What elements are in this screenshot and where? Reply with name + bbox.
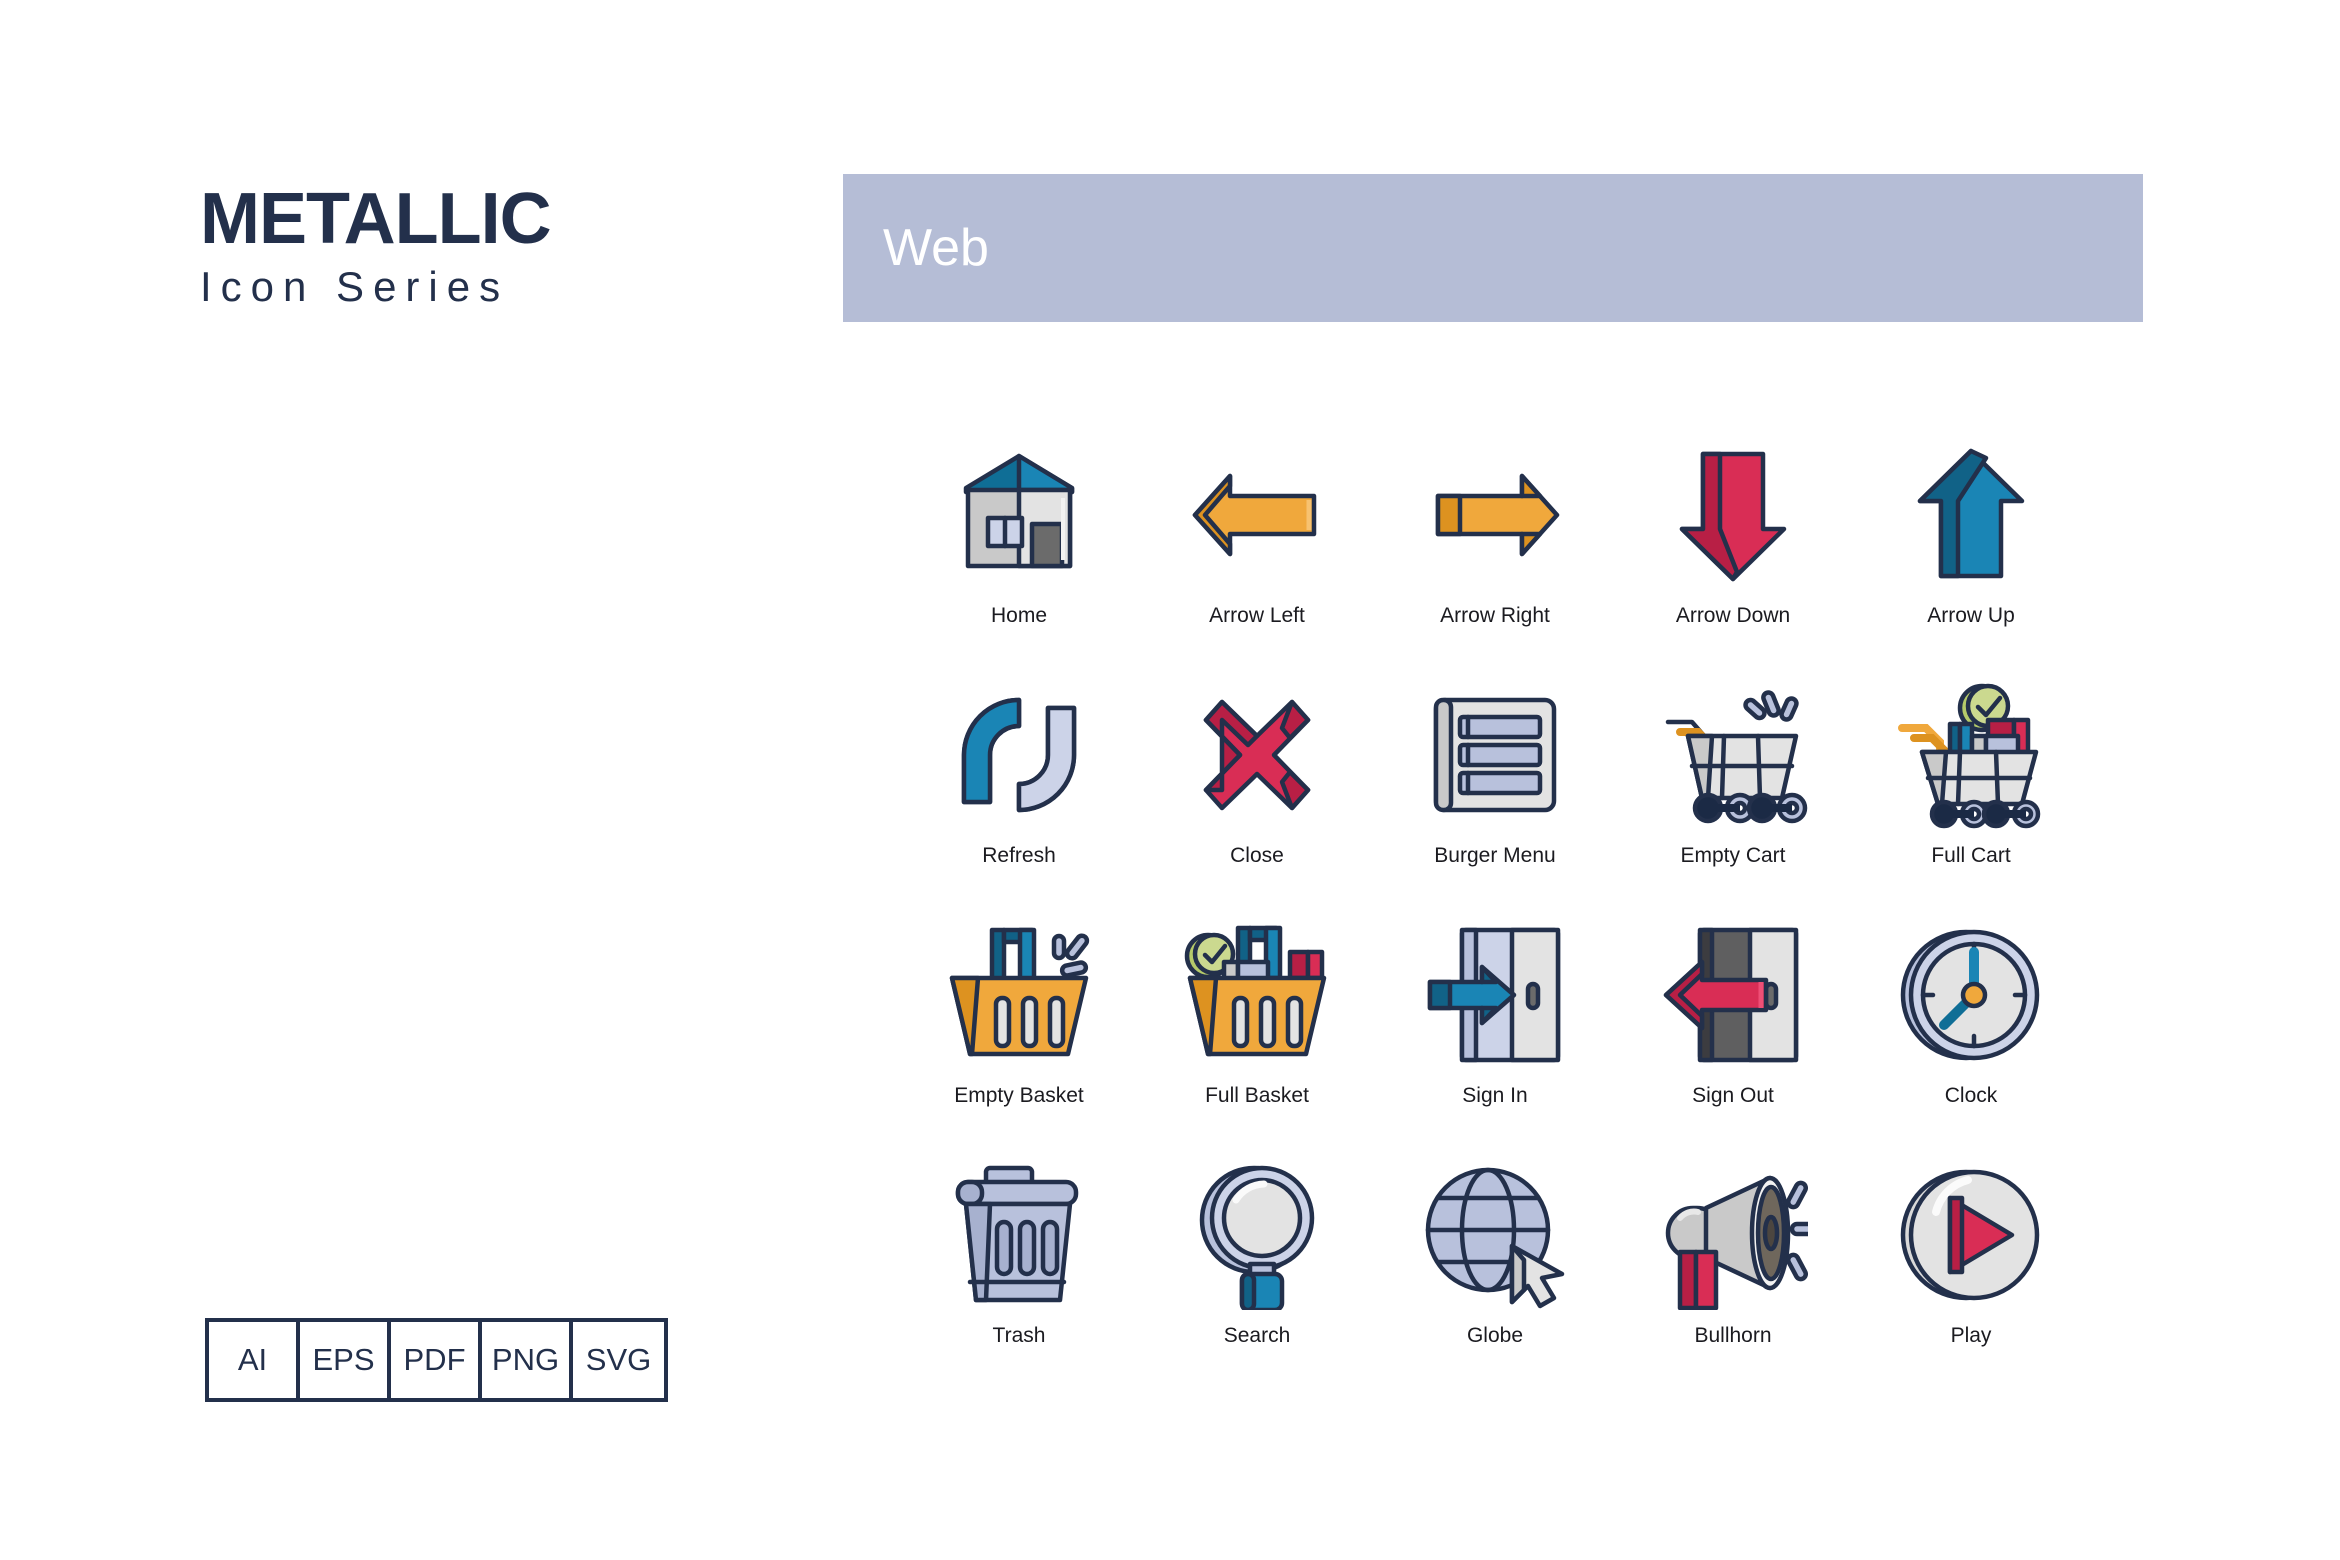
empty-basket-icon[interactable]	[944, 920, 1094, 1070]
icon-label: Globe	[1466, 1324, 1524, 1347]
category-title: Web	[883, 219, 989, 277]
format-badge-eps[interactable]: EPS	[300, 1322, 391, 1398]
icon-cell-arrow-right[interactable]: Arrow Right	[1376, 440, 1614, 680]
icon-cell-home[interactable]: Home	[900, 440, 1138, 680]
icon-label: Full Cart	[1931, 844, 2011, 867]
icon-label: Full Basket	[1205, 1084, 1309, 1107]
bullhorn-icon[interactable]	[1658, 1160, 1808, 1310]
icon-cell-arrow-left[interactable]: Arrow Left	[1138, 440, 1376, 680]
icon-cell-trash[interactable]: Trash	[900, 1160, 1138, 1400]
home-icon[interactable]	[944, 440, 1094, 590]
format-badge-svg[interactable]: SVG	[573, 1322, 664, 1398]
brand-subtitle: Icon Series	[200, 263, 510, 311]
icon-cell-sign-out[interactable]: Sign Out	[1614, 920, 1852, 1160]
burger-menu-icon[interactable]	[1420, 680, 1570, 830]
category-header-bar: Web	[843, 174, 2143, 322]
arrow-up-icon[interactable]	[1896, 440, 2046, 590]
icon-label: Clock	[1944, 1084, 1998, 1107]
icon-label: Bullhorn	[1694, 1324, 1772, 1347]
icon-label: Empty Cart	[1680, 844, 1786, 867]
icon-label: Arrow Down	[1675, 604, 1791, 627]
icon-cell-clock[interactable]: Clock	[1852, 920, 2090, 1160]
icon-label: Play	[1950, 1324, 1992, 1347]
icon-cell-empty-cart[interactable]: Empty Cart	[1614, 680, 1852, 920]
icon-label: Trash	[992, 1324, 1046, 1347]
icon-label: Arrow Right	[1440, 604, 1550, 627]
icon-label: Empty Basket	[954, 1084, 1084, 1107]
play-icon[interactable]	[1896, 1160, 2046, 1310]
icon-cell-globe[interactable]: Globe	[1376, 1160, 1614, 1400]
icon-sheet-page: METALLIC Icon Series AI EPS PDF PNG SVG …	[0, 0, 2340, 1560]
icon-label: Arrow Left	[1209, 604, 1305, 627]
trash-icon[interactable]	[944, 1160, 1094, 1310]
icon-grid: Home Arrow Left Arrow Right Arrow Down A…	[900, 440, 2090, 1400]
icon-label: Sign In	[1462, 1084, 1528, 1107]
search-icon[interactable]	[1182, 1160, 1332, 1310]
icon-cell-sign-in[interactable]: Sign In	[1376, 920, 1614, 1160]
close-icon[interactable]	[1182, 680, 1332, 830]
arrow-right-icon[interactable]	[1420, 440, 1570, 590]
icon-label: Burger Menu	[1434, 844, 1556, 867]
format-badge-png[interactable]: PNG	[482, 1322, 573, 1398]
icon-cell-search[interactable]: Search	[1138, 1160, 1376, 1400]
refresh-icon[interactable]	[944, 680, 1094, 830]
format-badge-ai[interactable]: AI	[209, 1322, 300, 1398]
icon-label: Home	[990, 604, 1048, 627]
format-badge-pdf[interactable]: PDF	[391, 1322, 482, 1398]
brand-block: METALLIC Icon Series	[200, 179, 630, 311]
icon-label: Search	[1223, 1324, 1291, 1347]
icon-cell-refresh[interactable]: Refresh	[900, 680, 1138, 920]
full-basket-icon[interactable]	[1182, 920, 1332, 1070]
sign-out-icon[interactable]	[1658, 920, 1808, 1070]
arrow-down-icon[interactable]	[1658, 440, 1808, 590]
brand-title: METALLIC	[200, 179, 552, 259]
icon-label: Close	[1230, 844, 1284, 867]
icon-cell-arrow-down[interactable]: Arrow Down	[1614, 440, 1852, 680]
icon-cell-full-cart[interactable]: Full Cart	[1852, 680, 2090, 920]
icon-cell-burger-menu[interactable]: Burger Menu	[1376, 680, 1614, 920]
icon-cell-arrow-up[interactable]: Arrow Up	[1852, 440, 2090, 680]
empty-cart-icon[interactable]	[1658, 680, 1808, 830]
icon-cell-empty-basket[interactable]: Empty Basket	[900, 920, 1138, 1160]
icon-cell-full-basket[interactable]: Full Basket	[1138, 920, 1376, 1160]
globe-icon[interactable]	[1420, 1160, 1570, 1310]
icon-cell-play[interactable]: Play	[1852, 1160, 2090, 1400]
sign-in-icon[interactable]	[1420, 920, 1570, 1070]
clock-icon[interactable]	[1896, 920, 2046, 1070]
icon-label: Refresh	[982, 844, 1056, 867]
arrow-left-icon[interactable]	[1182, 440, 1332, 590]
icon-label: Arrow Up	[1927, 604, 2015, 627]
icon-label: Sign Out	[1692, 1084, 1774, 1107]
icon-cell-bullhorn[interactable]: Bullhorn	[1614, 1160, 1852, 1400]
icon-cell-close[interactable]: Close	[1138, 680, 1376, 920]
full-cart-icon[interactable]	[1896, 680, 2046, 830]
format-badge-group: AI EPS PDF PNG SVG	[205, 1318, 668, 1402]
